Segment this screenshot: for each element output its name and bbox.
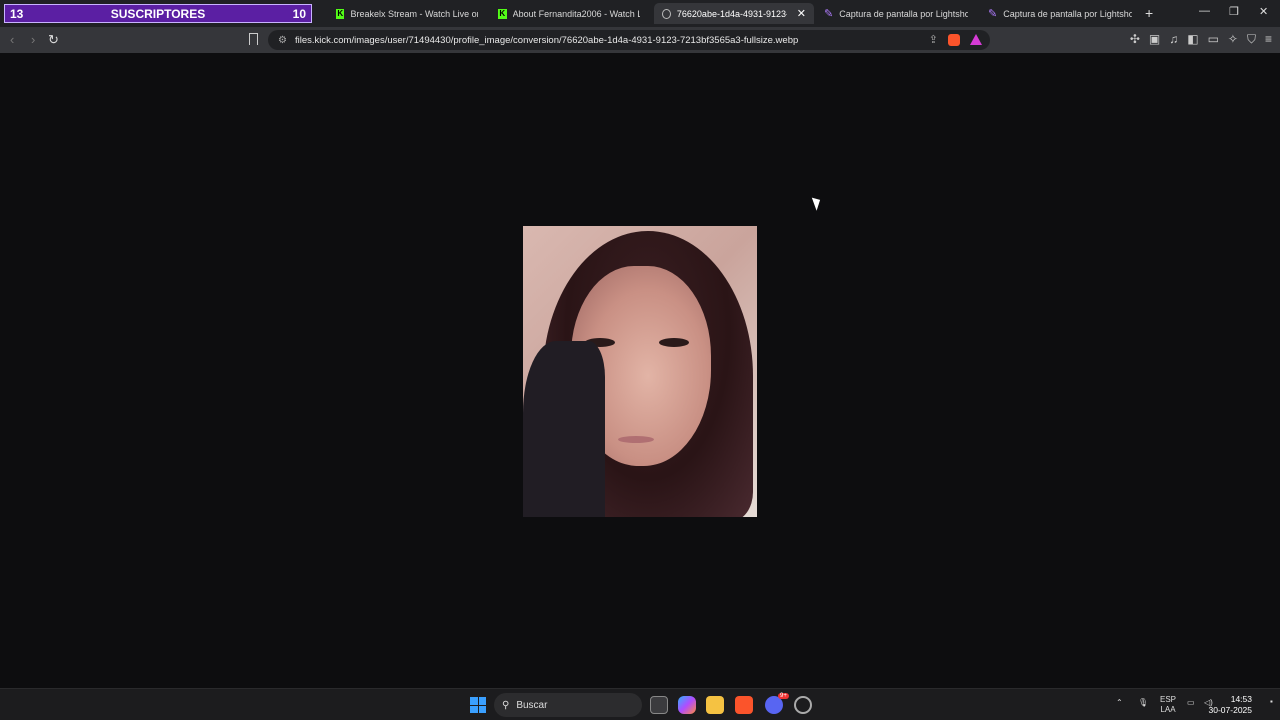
lang-top: ESP	[1160, 695, 1177, 704]
shield-icon[interactable]: ⛉	[1247, 32, 1256, 47]
url-text[interactable]: files.kick.com/images/user/71494430/prof…	[295, 35, 798, 46]
brave-shields-icon[interactable]	[948, 33, 960, 46]
browser-toolbar: ‹ › ↻ ⚙ files.kick.com/images/user/71494…	[0, 27, 1280, 53]
taskbar: ⚲ Buscar 9+ ⌃ 🎙 ESP LAA ▭ ◁) 14:53 30-07…	[0, 688, 1280, 720]
windows-start-icon[interactable]	[470, 697, 486, 713]
kick-icon: K	[498, 8, 507, 19]
subscriber-label: SUSCRIPTORES	[110, 6, 206, 21]
vpn-icon[interactable]: ▭	[1208, 32, 1219, 47]
file-explorer-icon[interactable]	[706, 696, 724, 714]
copilot-icon[interactable]	[678, 696, 696, 714]
notification-icon[interactable]: ▪	[1270, 697, 1273, 707]
hood-shape	[523, 341, 605, 517]
toolbar-right-icons: ✣ ▣ ♫ ◧ ▭ ✧ ⛉ ≡	[1130, 32, 1272, 47]
share-icon[interactable]: ⇪	[929, 33, 938, 46]
tab-image-active[interactable]: 76620abe-1d4a-4931-9123-721 ✕	[654, 3, 814, 24]
task-view-icon[interactable]	[650, 696, 668, 714]
feather-icon: ✎	[988, 8, 998, 20]
mouse-cursor	[811, 195, 824, 211]
reload-icon[interactable]: ↻	[48, 32, 59, 48]
sidebar-icon[interactable]: ◧	[1187, 32, 1198, 47]
wallet-icon[interactable]: ▣	[1149, 32, 1160, 47]
media-icon[interactable]: ♫	[1169, 32, 1178, 47]
kick-icon: K	[336, 8, 345, 19]
clock-date: 30-07-2025	[1208, 705, 1252, 715]
image-viewer	[0, 53, 1280, 688]
app-icon[interactable]	[794, 696, 812, 714]
discord-badge: 9+	[778, 693, 789, 699]
bookmark-icon[interactable]	[249, 33, 258, 45]
system-clock[interactable]: 14:53 30-07-2025	[1209, 694, 1252, 716]
tab-title: Captura de pantalla por Lightshot	[839, 8, 968, 19]
lang-bottom: LAA	[1160, 705, 1176, 714]
clock-time: 14:53	[1230, 694, 1252, 704]
feather-icon: ✎	[824, 8, 834, 20]
new-tab-icon[interactable]: +	[1145, 5, 1153, 21]
menu-icon[interactable]: ≡	[1265, 32, 1272, 47]
tab-title: Captura de pantalla por Lightshot	[1003, 8, 1132, 19]
subscriber-overlay: 13 SUSCRIPTORES 10	[4, 4, 312, 23]
language-indicator[interactable]: ESP LAA	[1160, 695, 1176, 715]
minimize-icon[interactable]: —	[1199, 5, 1210, 17]
forward-icon[interactable]: ›	[31, 32, 35, 47]
mouth-shape	[618, 436, 654, 443]
microphone-icon[interactable]: 🎙	[1138, 698, 1148, 708]
search-label: Buscar	[516, 699, 548, 711]
profile-image[interactable]	[523, 226, 757, 517]
subscriber-left-count: 13	[10, 6, 24, 21]
tab-title: Breakelx Stream - Watch Live on Kick	[350, 8, 478, 19]
brave-browser-icon[interactable]	[735, 696, 753, 714]
tab-breakelx[interactable]: K Breakelx Stream - Watch Live on Kick	[328, 3, 486, 24]
subscriber-right-count: 10	[292, 6, 306, 21]
search-icon: ⚲	[502, 699, 510, 711]
tab-lightshot-1[interactable]: ✎ Captura de pantalla por Lightshot	[816, 3, 976, 24]
tab-fernandita[interactable]: K About Fernandita2006 - Watch Live o	[490, 3, 648, 24]
leo-ai-icon[interactable]: ✧	[1228, 32, 1238, 47]
close-window-icon[interactable]: ✕	[1259, 5, 1268, 18]
restore-icon[interactable]: ❐	[1229, 5, 1239, 18]
taskbar-search[interactable]: ⚲ Buscar	[494, 693, 642, 717]
brave-rewards-icon[interactable]	[970, 34, 982, 45]
tab-title: About Fernandita2006 - Watch Live o	[512, 8, 640, 19]
site-info-icon[interactable]: ⚙	[278, 35, 287, 46]
chevron-up-icon[interactable]: ⌃	[1116, 698, 1123, 708]
back-icon[interactable]: ‹	[10, 32, 14, 47]
tab-lightshot-2[interactable]: ✎ Captura de pantalla por Lightshot	[980, 3, 1140, 24]
close-tab-icon[interactable]: ✕	[797, 7, 806, 20]
address-bar[interactable]: ⚙ files.kick.com/images/user/71494430/pr…	[268, 30, 990, 50]
extensions-icon[interactable]: ✣	[1130, 32, 1140, 47]
globe-icon	[662, 8, 671, 19]
tab-title: 76620abe-1d4a-4931-9123-721	[676, 8, 787, 19]
eye-shape	[659, 338, 689, 347]
network-icon[interactable]: ▭	[1187, 698, 1195, 708]
tab-strip: 13 SUSCRIPTORES 10 K Breakelx Stream - W…	[0, 0, 1280, 27]
